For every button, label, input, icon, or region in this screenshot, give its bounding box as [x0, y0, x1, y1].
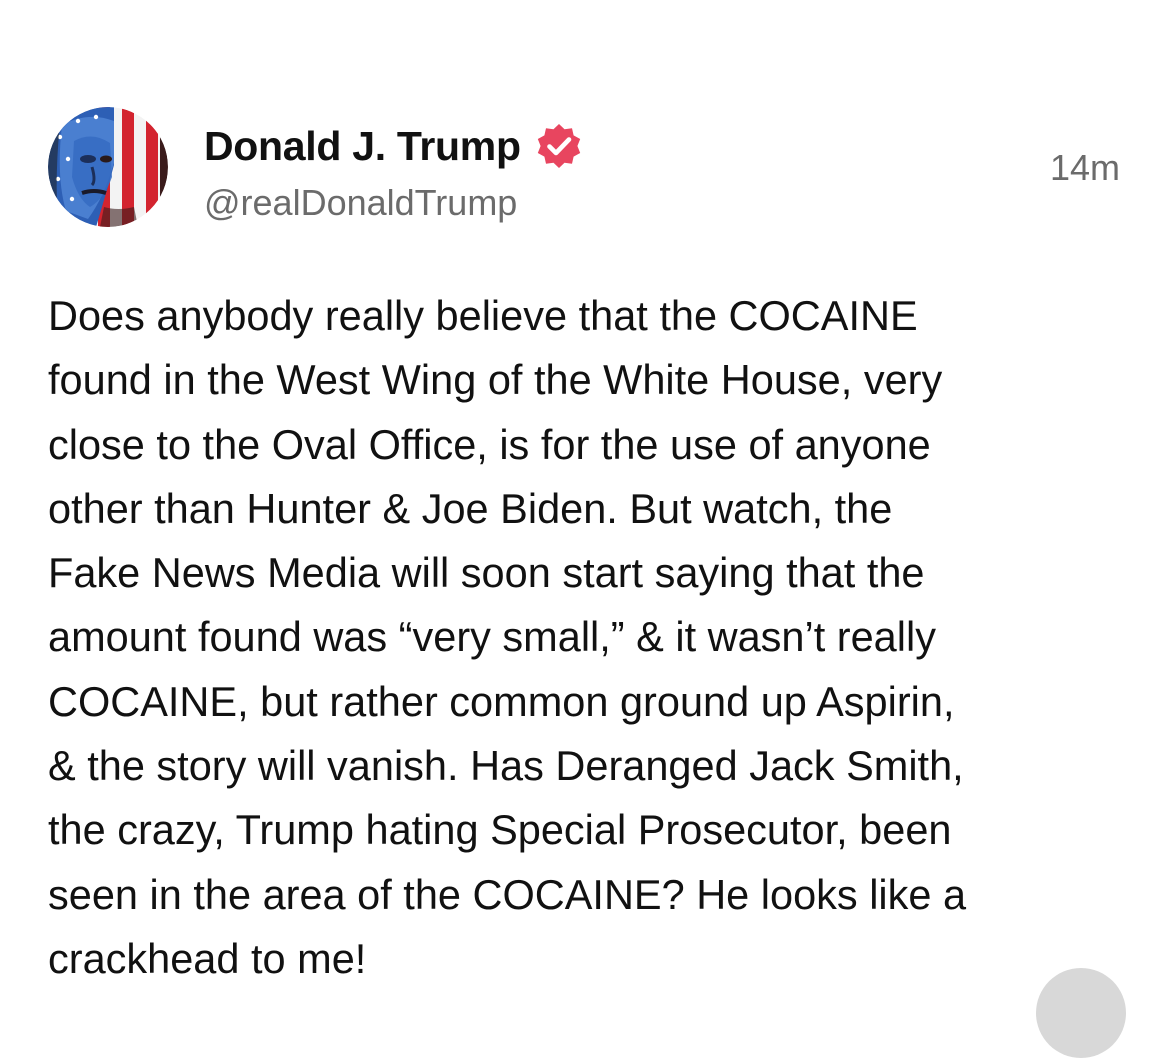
post-body-text: Does anybody really believe that the COC…: [48, 292, 967, 982]
avatar-image: [48, 107, 168, 227]
post-timestamp: 14m: [1049, 147, 1120, 188]
author-handle[interactable]: @realDonaldTrump: [204, 182, 517, 224]
author-display-name[interactable]: Donald J. Trump: [204, 123, 521, 170]
post-card: Donald J. Trump @realDonaldTrump 14m Doe…: [0, 0, 1170, 1058]
verified-badge-icon: [537, 124, 580, 168]
author-avatar[interactable]: [48, 107, 168, 227]
author-name-row: Donald J. Trump: [204, 120, 585, 172]
floating-action-button[interactable]: [1036, 968, 1126, 1058]
